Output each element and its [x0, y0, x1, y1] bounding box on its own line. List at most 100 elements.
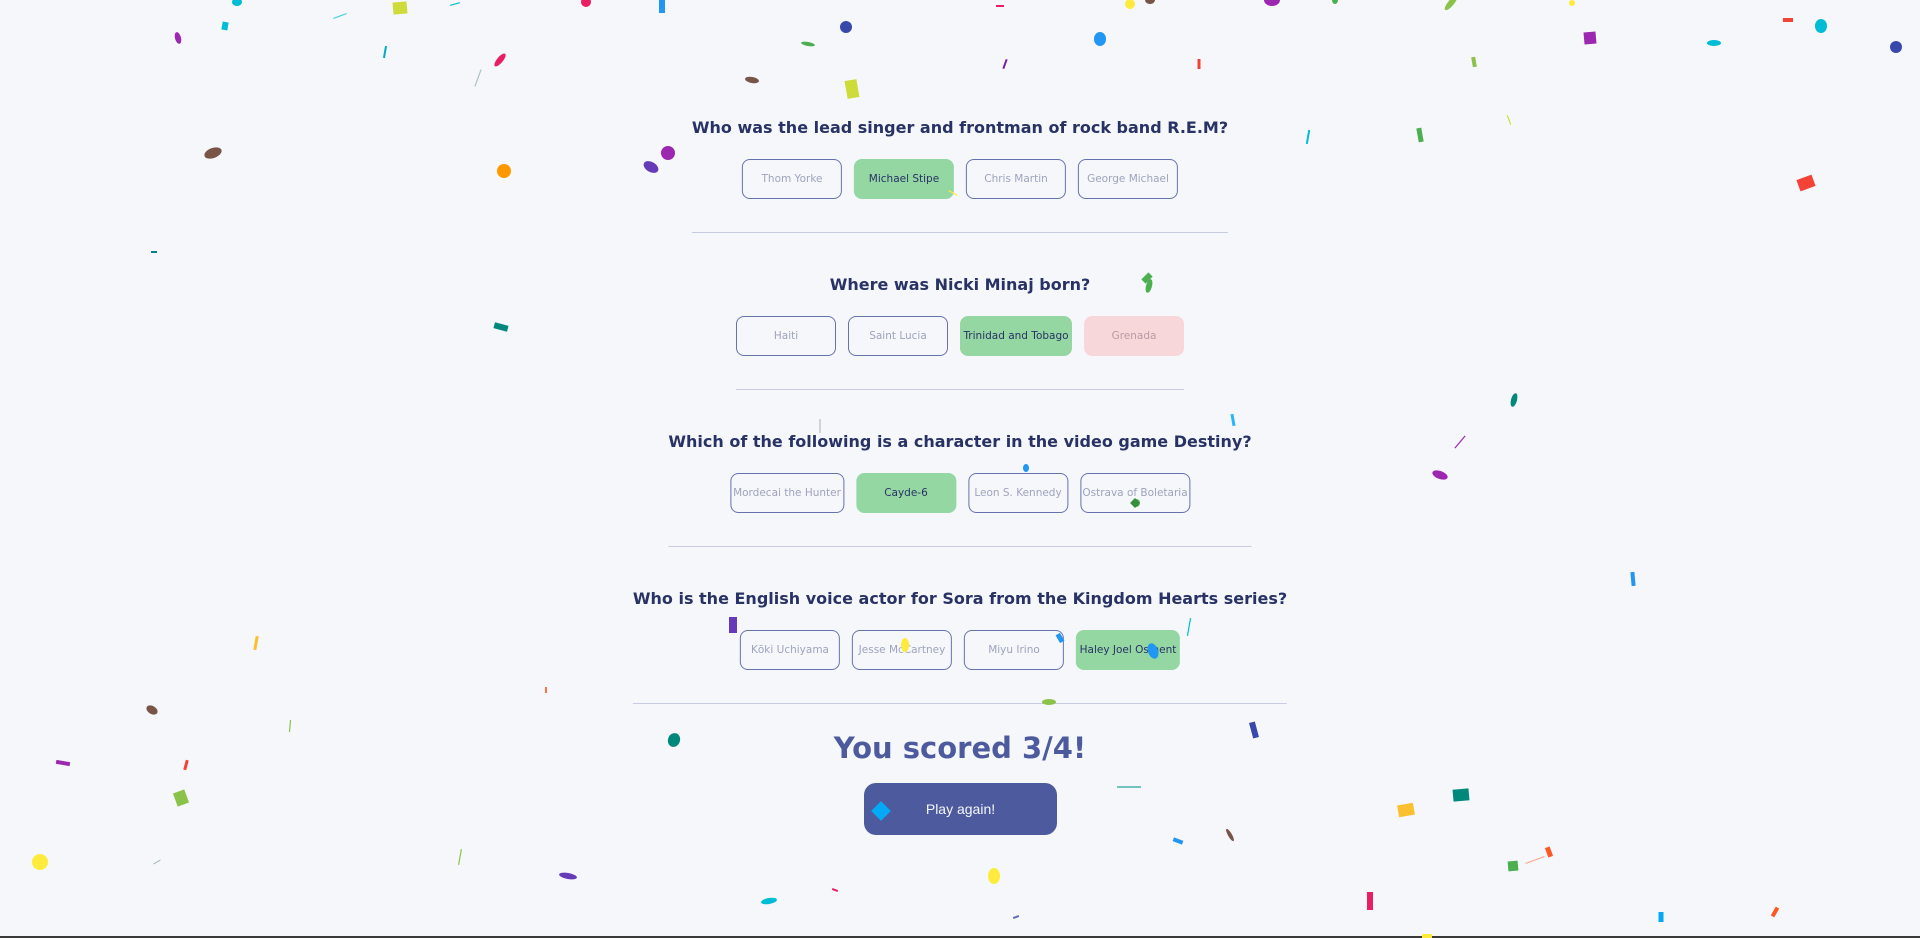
confetti-piece — [1890, 41, 1902, 53]
confetti-piece — [761, 897, 777, 905]
score-text: You scored 3/4! — [833, 731, 1087, 765]
confetti-piece — [204, 147, 222, 159]
confetti-piece — [1770, 906, 1780, 918]
confetti-piece — [151, 251, 157, 253]
confetti-piece — [581, 0, 591, 7]
confetti-piece — [840, 21, 852, 33]
confetti-piece — [1264, 0, 1280, 6]
answer-group: Mordecai the Hunter Cayde-6 Leon S. Kenn… — [668, 473, 1251, 513]
confetti-piece — [844, 79, 860, 99]
confetti-piece — [1397, 802, 1415, 818]
confetti-piece — [1569, 0, 1575, 6]
confetti-piece — [996, 5, 1004, 7]
confetti-piece — [32, 854, 48, 870]
question-text: Which of the following is a character in… — [668, 432, 1252, 451]
play-again-button[interactable]: Play again! — [864, 783, 1057, 835]
confetti-piece — [253, 635, 259, 651]
quiz-app: Who was the lead singer and frontman of … — [0, 0, 1920, 938]
confetti-piece — [659, 0, 665, 13]
confetti-piece — [493, 322, 509, 332]
confetti-piece — [1471, 56, 1477, 68]
answer-option[interactable]: Leon S. Kennedy — [968, 473, 1068, 513]
answer-option[interactable]: Miyu Irino — [963, 630, 1064, 670]
confetti-piece — [458, 849, 462, 865]
answer-option[interactable]: Saint Lucia — [848, 316, 948, 356]
confetti-piece — [1452, 788, 1470, 802]
confetti-piece — [545, 687, 547, 693]
question-text: Where was Nicki Minaj born? — [829, 275, 1091, 294]
confetti-piece — [745, 76, 759, 84]
confetti-piece — [1583, 31, 1597, 45]
confetti-piece — [1305, 129, 1311, 145]
confetti-piece — [172, 789, 190, 807]
divider — [691, 232, 1229, 233]
confetti-piece — [333, 13, 347, 19]
confetti-piece — [1416, 127, 1424, 143]
divider — [632, 703, 1288, 704]
question-text: Who was the lead singer and frontman of … — [691, 118, 1229, 137]
confetti-piece — [1630, 571, 1636, 587]
answer-option[interactable]: Mordecai the Hunter — [730, 473, 844, 513]
confetti-piece — [474, 69, 482, 87]
confetti-piece — [1002, 58, 1008, 70]
confetti-piece — [1432, 470, 1448, 480]
answer-option[interactable]: George Michael — [1078, 159, 1178, 199]
answer-option[interactable]: Haiti — [736, 316, 836, 356]
answer-group: Kōki Uchiyama Jesse McCartney Miyu Irino… — [633, 630, 1287, 670]
answer-option-correct[interactable]: Trinidad and Tobago — [960, 316, 1072, 356]
confetti-piece — [392, 1, 408, 15]
confetti-piece — [831, 888, 839, 892]
confetti-piece — [1783, 18, 1793, 22]
answer-option-correct[interactable]: Cayde-6 — [856, 473, 956, 513]
confetti-piece — [1506, 115, 1512, 125]
question-text: Who is the English voice actor for Sora … — [632, 589, 1288, 608]
answer-option-wrong[interactable]: Grenada — [1084, 316, 1184, 356]
confetti-piece — [382, 45, 388, 59]
question-block: Who was the lead singer and frontman of … — [691, 117, 1229, 233]
confetti-piece — [1510, 393, 1518, 407]
divider — [668, 546, 1252, 547]
confetti-piece — [643, 161, 659, 173]
confetti-piece — [1197, 59, 1201, 69]
confetti-piece — [497, 164, 511, 178]
answer-option[interactable]: Kōki Uchiyama — [739, 630, 840, 670]
answer-option[interactable]: Ostrava of Boletaria — [1080, 473, 1190, 513]
confetti-piece — [232, 0, 242, 6]
confetti-piece — [801, 41, 815, 47]
answer-option[interactable]: Chris Martin — [966, 159, 1066, 199]
answer-option[interactable]: Jesse McCartney — [851, 630, 952, 670]
confetti-piece — [450, 2, 460, 6]
question-block: Who is the English voice actor for Sora … — [632, 588, 1288, 704]
confetti-piece — [153, 859, 161, 865]
confetti-piece — [494, 53, 506, 67]
confetti-piece — [1454, 435, 1466, 449]
confetti-piece — [1332, 0, 1338, 4]
confetti-piece — [1796, 174, 1816, 192]
confetti-piece — [1707, 40, 1721, 46]
confetti-piece — [1658, 912, 1664, 922]
confetti-piece — [1230, 413, 1236, 427]
confetti-piece — [1094, 32, 1106, 46]
confetti-piece — [1125, 0, 1135, 9]
confetti-piece — [1012, 915, 1020, 919]
confetti-piece — [1507, 860, 1519, 872]
confetti-piece — [1815, 19, 1827, 33]
divider — [736, 389, 1184, 390]
question-block: Where was Nicki Minaj born? Haiti Saint … — [736, 274, 1184, 390]
answer-option[interactable]: Thom Yorke — [742, 159, 842, 199]
confetti-piece — [146, 705, 158, 715]
confetti-piece — [1145, 0, 1155, 4]
confetti-piece — [559, 872, 577, 880]
confetti-piece — [1367, 892, 1373, 910]
confetti-piece — [221, 21, 229, 31]
question-block: Which of the following is a character in… — [668, 431, 1252, 547]
confetti-piece — [1544, 846, 1554, 858]
confetti-piece — [1172, 837, 1184, 845]
confetti-piece — [661, 146, 675, 160]
answer-group: Thom Yorke Michael Stipe Chris Martin Ge… — [692, 159, 1228, 199]
confetti-piece — [174, 32, 182, 44]
answer-option-correct[interactable]: Michael Stipe — [854, 159, 954, 199]
confetti-piece — [988, 868, 1000, 884]
answer-option-correct[interactable]: Haley Joel Osment — [1075, 630, 1180, 670]
answer-group: Haiti Saint Lucia Trinidad and Tobago Gr… — [736, 316, 1184, 356]
